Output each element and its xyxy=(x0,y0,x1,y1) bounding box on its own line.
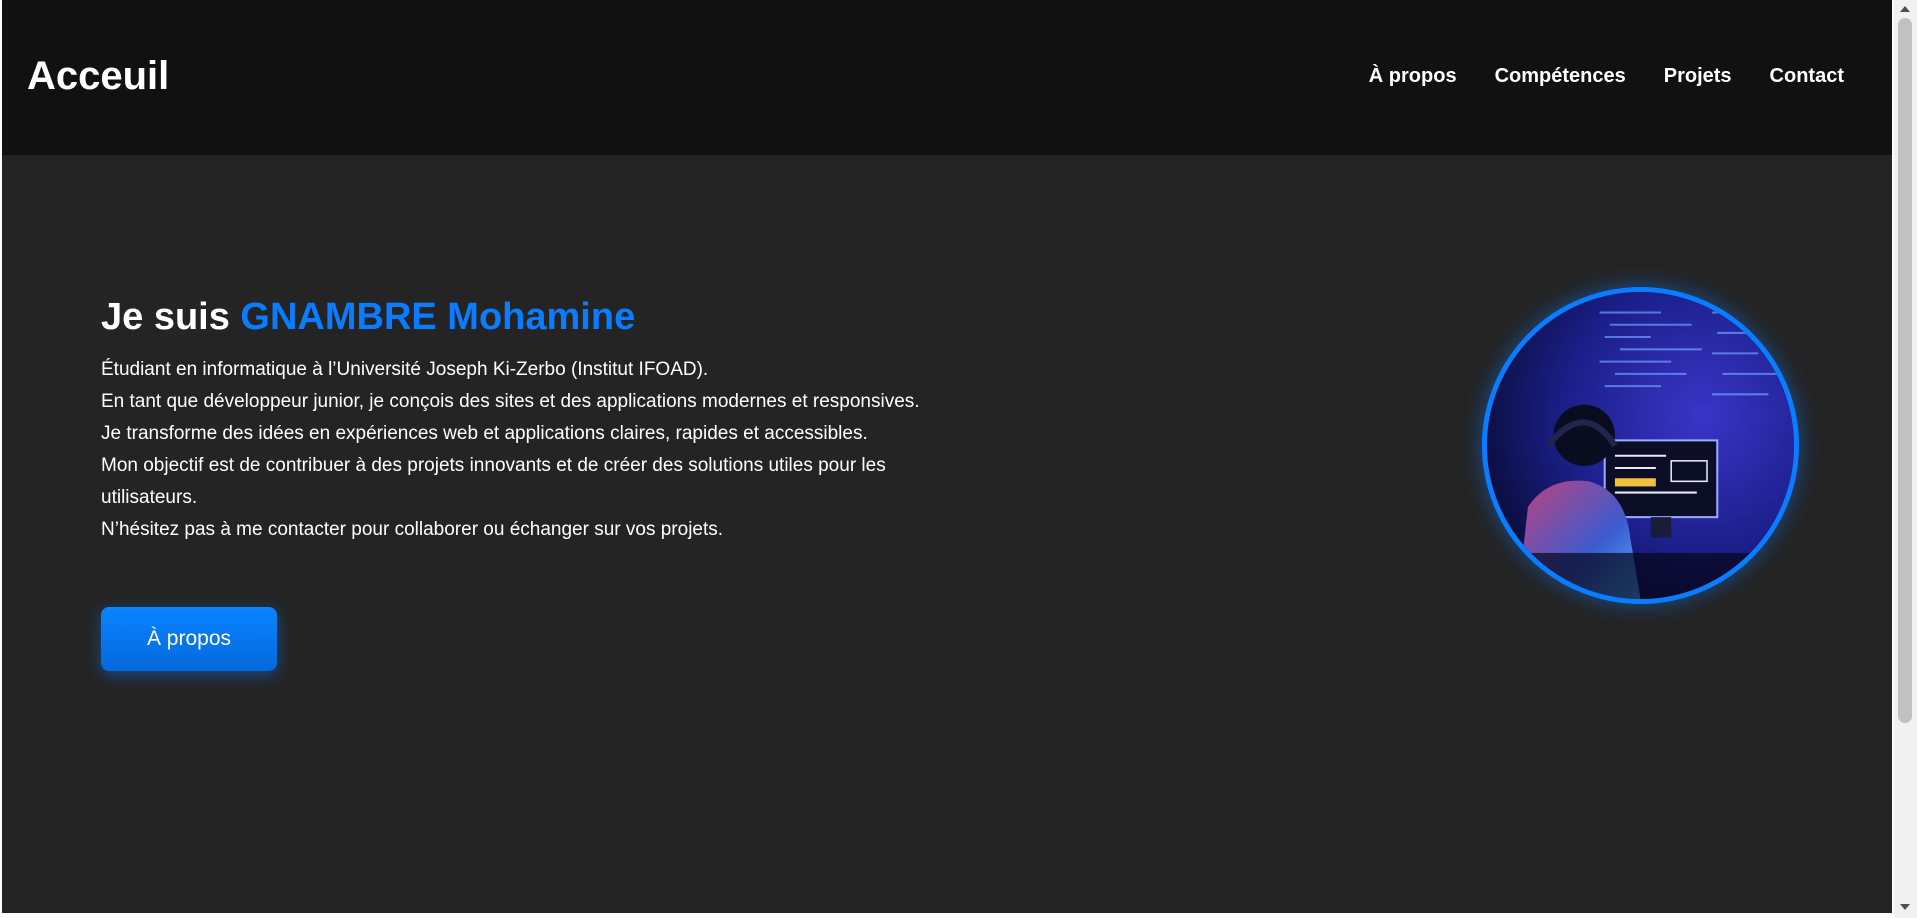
hero-title-prefix: Je suis xyxy=(101,296,241,338)
nav-link-contact[interactable]: Contact xyxy=(1770,63,1844,89)
about-button[interactable]: À propos xyxy=(101,607,277,671)
hero-name: GNAMBRE Mohamine xyxy=(240,296,636,338)
nav-link-competences[interactable]: Compétences xyxy=(1495,63,1626,89)
hero-line-2: En tant que développeur junior, je conço… xyxy=(101,391,920,412)
hero-line-4: Mon objectif est de contribuer à des pro… xyxy=(101,455,886,508)
hero-line-3: Je transforme des idées en expériences w… xyxy=(101,423,868,444)
page-bottom-edge xyxy=(0,913,1894,918)
hero-line-1: Étudiant en informatique à l’Université … xyxy=(101,359,709,380)
vertical-scrollbar[interactable] xyxy=(1894,0,1917,918)
nav-link-projets[interactable]: Projets xyxy=(1664,63,1732,89)
scroll-down-icon[interactable] xyxy=(1900,904,1910,910)
main-nav: À propos Compétences Projets Contact xyxy=(1369,63,1844,89)
scroll-thumb[interactable] xyxy=(1898,18,1912,723)
profile-avatar xyxy=(1482,287,1799,604)
hero-description: Étudiant en informatique à l’Université … xyxy=(101,354,941,546)
scroll-up-icon[interactable] xyxy=(1900,6,1910,12)
developer-at-computer-photo-icon xyxy=(1487,292,1794,599)
hero-line-5: N’hésitez pas à me contacter pour collab… xyxy=(101,519,724,540)
hero-title: Je suis GNAMBRE Mohamine xyxy=(101,292,941,342)
hero-section: Je suis GNAMBRE Mohamine Étudiant en inf… xyxy=(101,292,941,546)
page: Acceuil À propos Compétences Projets Con… xyxy=(2,0,1892,913)
nav-link-a-propos[interactable]: À propos xyxy=(1369,63,1457,89)
site-header: Acceuil À propos Compétences Projets Con… xyxy=(2,0,1892,155)
brand-title[interactable]: Acceuil xyxy=(27,53,169,99)
